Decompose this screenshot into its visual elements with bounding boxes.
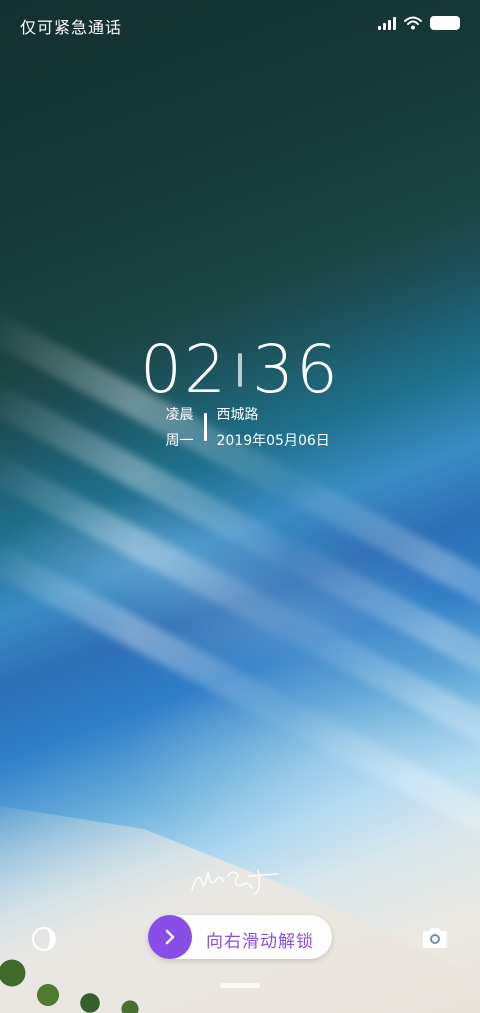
unlock-knob[interactable] bbox=[148, 915, 192, 959]
date-info-left: 凌晨 周一 bbox=[124, 404, 194, 450]
weekday: 周一 bbox=[165, 433, 194, 449]
time-display: 02 36 bbox=[140, 330, 340, 410]
date-info-right: 西城路 2019年05月06日 bbox=[217, 404, 357, 450]
time-minutes: 36 bbox=[252, 331, 340, 408]
time-hours: 02 bbox=[140, 331, 228, 408]
status-icons bbox=[378, 16, 460, 30]
wifi-icon bbox=[404, 16, 422, 30]
battery-icon bbox=[430, 16, 460, 30]
chevron-right-icon bbox=[165, 929, 175, 945]
unlock-slider[interactable]: 向右滑动解锁 bbox=[148, 915, 332, 959]
control-center-icon[interactable] bbox=[31, 926, 57, 952]
beach-sand bbox=[0, 806, 480, 1013]
unlock-label: 向右滑动解锁 bbox=[206, 932, 314, 952]
wave-foam bbox=[0, 447, 480, 803]
home-indicator[interactable] bbox=[220, 983, 260, 988]
info-divider bbox=[203, 413, 207, 441]
status-bar: 仅可紧急通话 bbox=[0, 0, 480, 52]
date: 2019年05月06日 bbox=[216, 433, 330, 449]
date-info: 凌晨 周一 西城路 2019年05月06日 bbox=[0, 404, 480, 450]
wave-foam bbox=[0, 537, 480, 893]
lock-screen: 仅可紧急通话 02 36 凌晨 周一 西城路 2019年05月06日 向右滑动解… bbox=[0, 0, 480, 1013]
carrier-text: 仅可紧急通话 bbox=[20, 18, 123, 37]
beach-vegetation bbox=[0, 943, 180, 1013]
location: 西城路 bbox=[216, 407, 259, 423]
signature-mark bbox=[191, 869, 279, 895]
camera-icon[interactable] bbox=[421, 926, 449, 950]
time-period: 凌晨 bbox=[165, 407, 194, 423]
signal-icon bbox=[378, 16, 396, 30]
clock: 02 36 bbox=[0, 330, 480, 410]
time-separator bbox=[238, 353, 242, 387]
